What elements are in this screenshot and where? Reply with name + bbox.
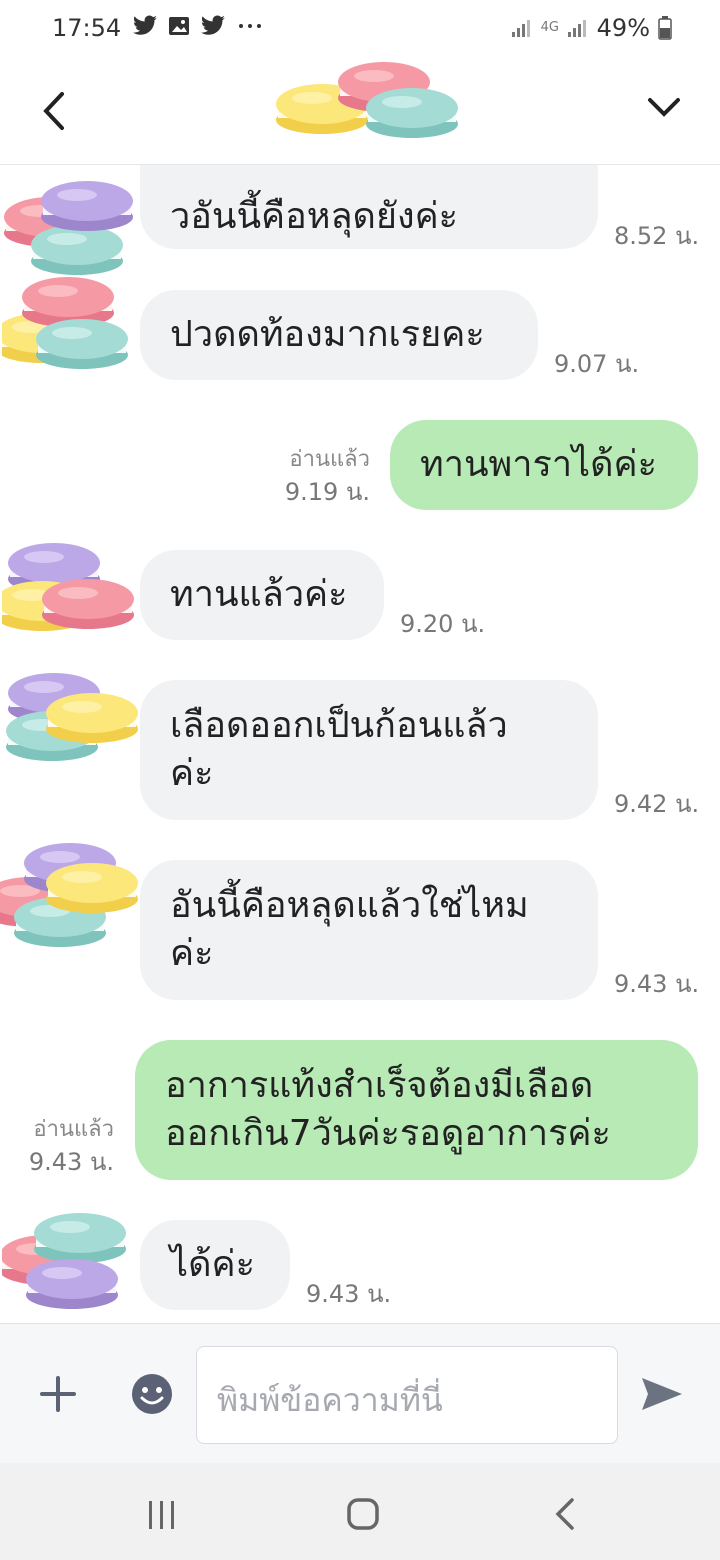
message-time: 8.52 น. [614,222,700,250]
battery-icon [658,16,672,40]
message-line: อันนี้คือหลุดแล้วใช่ไหม [170,885,529,926]
send-icon[interactable] [640,1374,684,1414]
profile-avatar[interactable] [272,58,462,158]
status-right: 4G 49% [511,14,672,42]
sender-avatar[interactable] [2,533,142,653]
incoming-message-bubble[interactable]: เลือดออกเป็นก้อนแล้ว ค่ะ [140,680,598,820]
incoming-message-bubble[interactable]: ปวดดท้องมากเรยคะ [140,290,538,380]
sender-avatar[interactable] [2,1205,142,1323]
message-line: ค่ะ [170,933,214,974]
sender-avatar[interactable] [2,267,142,387]
signal-icon [511,20,530,37]
message-text: ได้ค่ะ [170,1244,255,1285]
message-text: ปวดดท้องมากเรยคะ [170,314,485,355]
status-bar: 17:54 4G 49% [0,0,720,58]
message-line: อาการแท้งสำเร็จต้องมีเลือด [165,1065,594,1106]
chat-area[interactable]: วอันนี้คือหลุดยังค่ะ 8.52 น. ปวดดท้องมาก… [0,165,720,1323]
home-icon[interactable] [346,1497,380,1531]
message-time: 9.43 น. [306,1280,392,1308]
emoji-icon[interactable] [130,1372,174,1416]
twitter-icon [201,15,225,35]
message-text: ทานพาราได้ค่ะ [420,444,657,485]
sender-avatar[interactable] [0,825,150,965]
cropped-line [170,165,568,193]
system-nav-bar [0,1463,720,1560]
message-time: 9.19 น. [284,478,370,506]
message-time: 9.07 น. [554,350,640,378]
chevron-down-icon[interactable] [644,92,684,122]
outgoing-message-bubble[interactable]: ทานพาราได้ค่ะ [390,420,698,510]
twitter-icon [133,15,157,35]
battery-percent: 49% [596,14,650,42]
read-status: อ่านแล้ว [289,447,370,472]
read-status: อ่านแล้ว [33,1117,114,1142]
message-time: 9.43 น. [28,1148,114,1176]
signal-icon [567,20,586,37]
message-line: ออกเกิน7วันค่ะรอดูอาการค่ะ [165,1113,611,1154]
message-text: วอันนี้คือหลุดยังค่ะ [170,196,459,237]
message-input-placeholder: พิมพ์ข้อความที่นี่ [217,1381,443,1419]
outgoing-message-bubble[interactable]: อาการแท้งสำเร็จต้องมีเลือด ออกเกิน7วันค่… [135,1040,698,1180]
recent-apps-icon[interactable] [146,1499,178,1531]
message-time: 9.43 น. [614,970,700,998]
message-composer: พิมพ์ข้อความที่นี่ [0,1323,720,1464]
incoming-message-bubble[interactable]: อันนี้คือหลุดแล้วใช่ไหม ค่ะ [140,860,598,1000]
back-arrow-icon[interactable] [38,86,68,136]
status-time: 17:54 [52,14,122,42]
read-receipt: อ่านแล้ว 9.43 น. [0,1114,114,1178]
message-time: 9.42 น. [614,790,700,818]
message-line: ค่ะ [170,753,214,794]
sender-avatar[interactable] [2,663,142,783]
plus-icon[interactable] [38,1374,78,1414]
notification-icons [132,15,264,37]
incoming-message-bubble[interactable]: ทานแล้วค่ะ [140,550,384,640]
image-icon [169,17,189,35]
message-text: ทานแล้วค่ะ [170,574,348,615]
more-dots-icon [239,24,261,28]
chat-header [0,58,720,165]
incoming-message-bubble[interactable]: วอันนี้คือหลุดยังค่ะ [140,165,598,249]
message-input[interactable]: พิมพ์ข้อความที่นี่ [196,1346,618,1444]
message-line: เลือดออกเป็นก้อนแล้ว [170,705,508,746]
back-nav-icon[interactable] [552,1497,578,1531]
network-type: 4G [540,20,560,35]
read-receipt: อ่านแล้ว 9.19 น. [240,444,370,508]
incoming-message-bubble[interactable]: ได้ค่ะ [140,1220,290,1310]
message-time: 9.20 น. [400,610,486,638]
